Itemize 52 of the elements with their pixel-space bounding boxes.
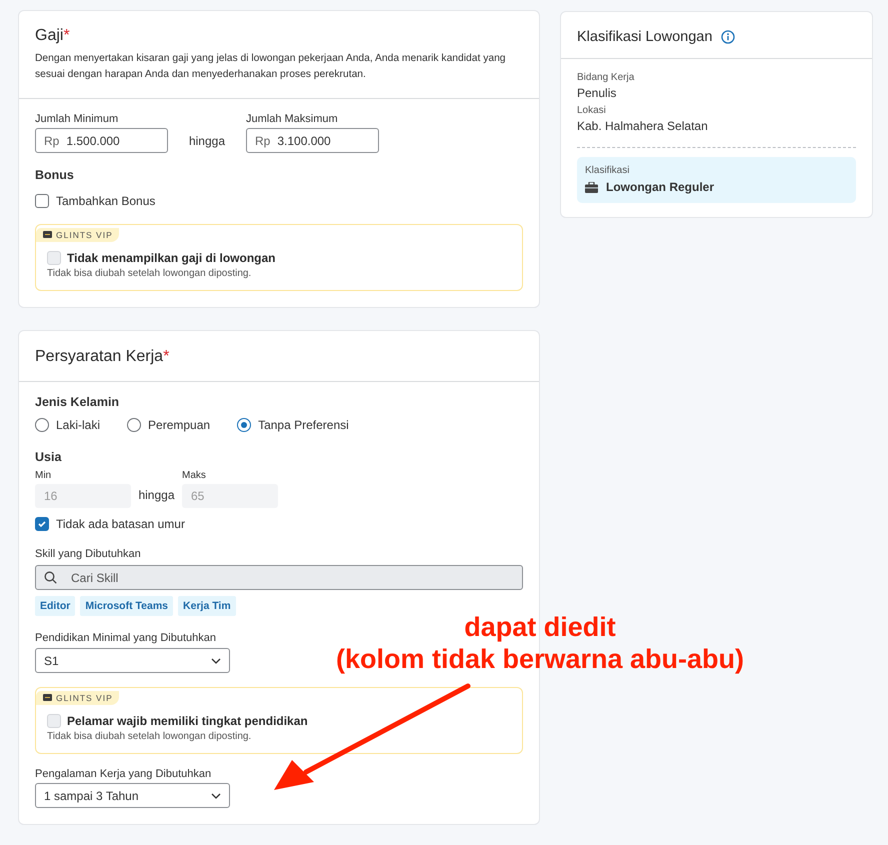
- annotation-text: (kolom tidak berwarna abu-abu): [336, 643, 744, 675]
- checkbox-label: Tidak menampilkan gaji di lowongan: [67, 251, 276, 265]
- section-heading: Usia: [35, 450, 62, 464]
- helper-text: Tidak bisa diubah setelah lowongan diposting.: [47, 268, 252, 279]
- info-label: Bidang Kerja: [577, 72, 636, 83]
- vip-badge: GLINTS VIP: [36, 228, 119, 242]
- info-icon[interactable]: [721, 30, 736, 44]
- field-label: Pengalaman Kerja yang Dibutuhkan: [35, 768, 212, 780]
- radio-label: Laki-laki: [56, 418, 100, 432]
- ticket-icon: [43, 694, 52, 701]
- card-description: Dengan menyertakan kisaran gaji yang jelas di lowongan pekerjaan Anda, Anda menarik kandidat yang sesuai dengan harapan Anda dan menyederhanakan proses perekrutan.: [35, 52, 507, 82]
- card-title: Klasifikasi Lowongan: [577, 29, 712, 45]
- chevron-icon: [211, 792, 221, 798]
- info-value: Penulis: [577, 86, 618, 100]
- ticket-icon: [43, 231, 52, 238]
- classification-value: Lowongan Reguler: [606, 180, 714, 194]
- checkbox-label: Tambahkan Bonus: [56, 194, 156, 208]
- search-icon: [44, 571, 57, 584]
- section-heading: Bonus: [35, 168, 75, 182]
- education-select[interactable]: S1: [35, 648, 230, 673]
- amount-field[interactable]: Rp 1.500.000: [35, 128, 168, 153]
- info-value: Kab. Halmahera Selatan: [577, 119, 709, 133]
- chevron-icon: [211, 658, 221, 664]
- radio-button[interactable]: [35, 418, 49, 432]
- checkbox-label: Tidak ada batasan umur: [56, 517, 185, 531]
- field-label: Skill yang Dibutuhkan: [35, 548, 142, 560]
- experience-select[interactable]: 1 sampai 3 Tahun: [35, 783, 230, 808]
- radio-button[interactable]: [127, 418, 142, 432]
- checkbox[interactable]: [35, 194, 49, 208]
- radio-label: Perempuan: [148, 418, 210, 432]
- card-title: Gaji*: [35, 27, 71, 45]
- briefcase-icon: [585, 182, 598, 192]
- helper-text: Tidak bisa diubah setelah lowongan diposting.: [47, 731, 252, 742]
- radio-label: Tanpa Preferensi: [258, 418, 349, 432]
- amount-field[interactable]: Rp 3.100.000: [246, 128, 379, 153]
- range-separator: hingga: [188, 134, 226, 150]
- card-title: Persyaratan Kerja*: [35, 348, 170, 366]
- field-label: Jumlah Maksimum: [246, 113, 339, 125]
- vip-badge: GLINTS VIP: [36, 690, 119, 704]
- checkbox-label: Pelamar wajib memiliki tingkat pendidikan: [67, 714, 308, 728]
- info-label: Klasifikasi: [585, 165, 630, 176]
- range-separator: hingga: [137, 488, 176, 504]
- field-label: Min: [35, 470, 52, 481]
- info-label: Lokasi: [577, 105, 607, 116]
- field-label: Jumlah Minimum: [35, 113, 120, 125]
- field-label: Pendidikan Minimal yang Dibutuhkan: [35, 632, 217, 644]
- check-icon: [37, 519, 47, 529]
- annotation-text: dapat diedit: [464, 611, 616, 643]
- radio-button[interactable]: [237, 418, 252, 432]
- checkbox[interactable]: [35, 517, 49, 531]
- section-heading: Jenis Kelamin: [35, 395, 120, 409]
- field-label: Maks: [182, 470, 207, 481]
